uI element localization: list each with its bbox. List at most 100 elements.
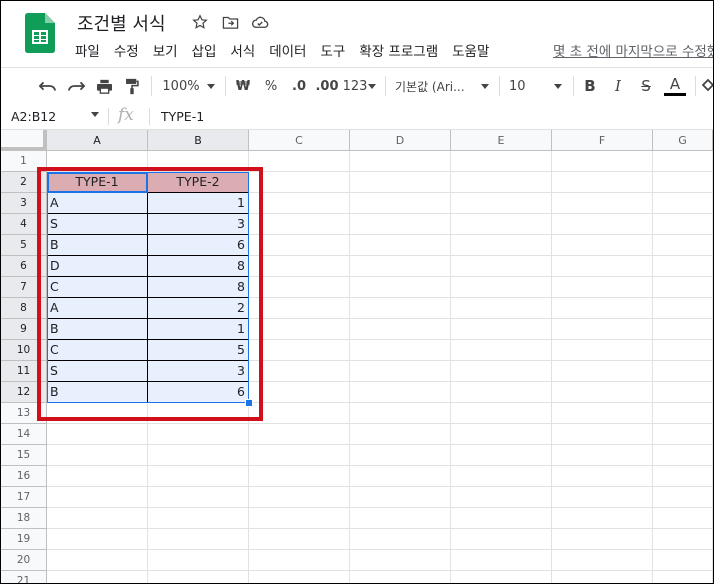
row-header-3[interactable]: 3: [1, 193, 47, 214]
menu-data[interactable]: 데이터: [269, 40, 306, 60]
cell-b21[interactable]: [148, 571, 249, 583]
redo-icon[interactable]: [63, 68, 89, 104]
row-header-7[interactable]: 7: [1, 277, 47, 298]
cell-f2[interactable]: [552, 172, 653, 193]
cell-d16[interactable]: [350, 466, 451, 487]
cell-a12[interactable]: B: [47, 382, 148, 403]
cell-b11[interactable]: 3: [148, 361, 249, 382]
cell-c13[interactable]: [249, 403, 350, 424]
star-icon[interactable]: [189, 12, 211, 32]
cell-b12[interactable]: 6: [148, 382, 249, 403]
cell-c4[interactable]: [249, 214, 350, 235]
cell-d10[interactable]: [350, 340, 451, 361]
cell-a2[interactable]: TYPE-1: [47, 172, 148, 193]
cell-b19[interactable]: [148, 529, 249, 550]
fill-color-icon[interactable]: [701, 68, 713, 104]
cell-b1[interactable]: [148, 151, 249, 172]
cell-b16[interactable]: [148, 466, 249, 487]
row-header-12[interactable]: 12: [1, 382, 47, 403]
cell-a9[interactable]: B: [47, 319, 148, 340]
row-header-5[interactable]: 5: [1, 235, 47, 256]
cell-d5[interactable]: [350, 235, 451, 256]
cell-f13[interactable]: [552, 403, 653, 424]
cell-a11[interactable]: S: [47, 361, 148, 382]
cell-f11[interactable]: [552, 361, 653, 382]
row-header-16[interactable]: 16: [1, 466, 47, 487]
row-header-19[interactable]: 19: [1, 529, 47, 550]
last-edit-link[interactable]: 몇 초 전에 마지막으로 수정했습니다: [553, 40, 713, 60]
cell-f10[interactable]: [552, 340, 653, 361]
cell-d9[interactable]: [350, 319, 451, 340]
cell-d14[interactable]: [350, 424, 451, 445]
cell-b6[interactable]: 8: [148, 256, 249, 277]
cell-b13[interactable]: [148, 403, 249, 424]
formula-input[interactable]: TYPE-1: [161, 109, 204, 124]
menu-extensions[interactable]: 확장 프로그램: [359, 40, 438, 60]
font-size-select[interactable]: 10: [509, 68, 533, 104]
cell-c18[interactable]: [249, 508, 350, 529]
cell-c14[interactable]: [249, 424, 350, 445]
cell-f4[interactable]: [552, 214, 653, 235]
zoom-select[interactable]: 100%: [159, 68, 203, 104]
cell-g4[interactable]: [653, 214, 713, 235]
cell-g6[interactable]: [653, 256, 713, 277]
cell-g11[interactable]: [653, 361, 713, 382]
column-header-c[interactable]: C: [249, 130, 350, 151]
cell-a21[interactable]: [47, 571, 148, 583]
cell-c9[interactable]: [249, 319, 350, 340]
cell-b14[interactable]: [148, 424, 249, 445]
cell-g21[interactable]: [653, 571, 713, 583]
row-header-18[interactable]: 18: [1, 508, 47, 529]
cell-g16[interactable]: [653, 466, 713, 487]
row-header-17[interactable]: 17: [1, 487, 47, 508]
menu-help[interactable]: 도움말: [452, 40, 489, 60]
cell-a15[interactable]: [47, 445, 148, 466]
name-box-dropdown-icon[interactable]: [91, 112, 99, 117]
row-header-6[interactable]: 6: [1, 256, 47, 277]
sheets-logo-icon[interactable]: [25, 13, 55, 53]
row-header-21[interactable]: 21: [1, 571, 47, 583]
cell-c11[interactable]: [249, 361, 350, 382]
cell-c17[interactable]: [249, 487, 350, 508]
cell-d3[interactable]: [350, 193, 451, 214]
cell-b15[interactable]: [148, 445, 249, 466]
cell-g9[interactable]: [653, 319, 713, 340]
cell-g15[interactable]: [653, 445, 713, 466]
text-color-button[interactable]: A: [663, 68, 687, 104]
cell-e13[interactable]: [451, 403, 552, 424]
row-header-15[interactable]: 15: [1, 445, 47, 466]
cell-d8[interactable]: [350, 298, 451, 319]
cell-g3[interactable]: [653, 193, 713, 214]
cell-a5[interactable]: B: [47, 235, 148, 256]
cell-a3[interactable]: A: [47, 193, 148, 214]
cell-a20[interactable]: [47, 550, 148, 571]
cell-c10[interactable]: [249, 340, 350, 361]
cell-b17[interactable]: [148, 487, 249, 508]
cell-b2[interactable]: TYPE-2: [148, 172, 249, 193]
cell-g5[interactable]: [653, 235, 713, 256]
cell-f8[interactable]: [552, 298, 653, 319]
cell-e4[interactable]: [451, 214, 552, 235]
cell-c16[interactable]: [249, 466, 350, 487]
cell-e12[interactable]: [451, 382, 552, 403]
column-header-a[interactable]: A: [47, 130, 148, 151]
menu-edit[interactable]: 수정: [114, 40, 139, 60]
menu-tools[interactable]: 도구: [320, 40, 345, 60]
cell-a8[interactable]: A: [47, 298, 148, 319]
increase-decimal-button[interactable]: .00: [314, 68, 340, 104]
cell-f21[interactable]: [552, 571, 653, 583]
cell-a7[interactable]: C: [47, 277, 148, 298]
zoom-dropdown-icon[interactable]: [205, 68, 217, 104]
cell-d21[interactable]: [350, 571, 451, 583]
row-header-1[interactable]: 1: [1, 151, 47, 172]
cell-e15[interactable]: [451, 445, 552, 466]
cell-b4[interactable]: 3: [148, 214, 249, 235]
cell-d19[interactable]: [350, 529, 451, 550]
fill-handle[interactable]: [245, 399, 253, 407]
cell-c21[interactable]: [249, 571, 350, 583]
cell-c3[interactable]: [249, 193, 350, 214]
cell-a10[interactable]: C: [47, 340, 148, 361]
row-header-4[interactable]: 4: [1, 214, 47, 235]
row-header-9[interactable]: 9: [1, 319, 47, 340]
cell-g13[interactable]: [653, 403, 713, 424]
